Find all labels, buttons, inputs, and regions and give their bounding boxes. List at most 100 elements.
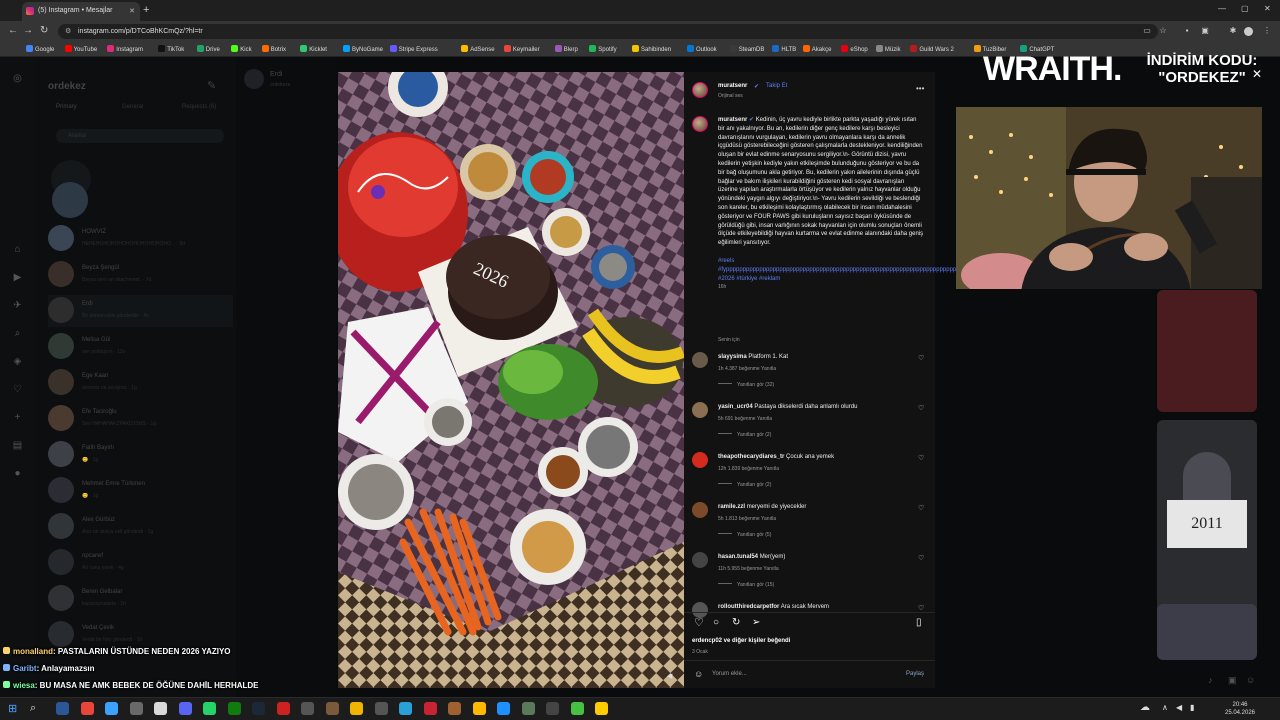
bookmark-item[interactable]: ByNoGame xyxy=(343,45,383,53)
bookmark-item[interactable]: Outlook xyxy=(687,45,717,53)
conversation-item[interactable]: Efe Taciroğlu Sen HAHAHAKZPAKDJSMS · 1g xyxy=(48,403,233,435)
audio-label[interactable]: Orijinal ses xyxy=(718,93,743,99)
bookmark-item[interactable]: Akakçe xyxy=(802,45,831,53)
bookmark-item[interactable]: Guild Wars 2 xyxy=(910,45,954,53)
commenter-username[interactable]: yasin_ucr04 xyxy=(718,404,753,410)
bookmark-star-icon[interactable]: ☆ xyxy=(1158,26,1168,36)
taskbar-app-icon[interactable] xyxy=(325,702,339,715)
taskbar-app-icon[interactable] xyxy=(448,702,461,715)
view-replies-button[interactable]: Yanıtları gör (5) xyxy=(718,532,771,538)
tab-general[interactable]: General xyxy=(122,104,143,110)
close-tab-icon[interactable]: ✕ xyxy=(129,7,135,15)
taskbar-app-icon[interactable] xyxy=(521,702,535,715)
taskbar-app-icon[interactable] xyxy=(301,702,314,715)
new-message-icon[interactable]: ✎ xyxy=(207,79,216,92)
bookmark-item[interactable]: Blerp xyxy=(554,45,578,53)
comment-meta[interactable]: 11h 5.955 beğenme Yanıtla xyxy=(718,566,779,572)
bookmark-item[interactable]: Instagram xyxy=(107,45,143,53)
bookmark-item[interactable]: Kick xyxy=(231,45,252,53)
start-icon[interactable]: ⊞ xyxy=(8,702,17,715)
bookmark-item[interactable]: AdSense xyxy=(461,45,495,53)
taskbar-app-icon[interactable] xyxy=(154,702,167,715)
bookmark-item[interactable]: Stripe Express xyxy=(389,45,438,53)
reel-video[interactable]: 2026 ◀ xyxy=(338,72,684,688)
tab-primary[interactable]: Primary xyxy=(56,104,77,110)
conversation-item[interactable]: Beyza Şengül Beyza sent an attachment. · … xyxy=(48,259,233,291)
chat-avatar[interactable] xyxy=(244,69,264,89)
instagram-icon[interactable]: ◎ xyxy=(11,72,24,85)
reload-icon[interactable]: ↻ xyxy=(40,25,48,36)
profile-icon[interactable]: ● xyxy=(11,467,24,480)
more-options-icon[interactable]: ••• xyxy=(916,84,924,93)
sticker-icon[interactable]: ☺ xyxy=(1246,675,1255,685)
reels-icon[interactable]: ▶ xyxy=(11,271,24,284)
browser-tab[interactable]: (5) Instagram • Mesajlar ✕ xyxy=(22,2,140,21)
taskbar-app-icon[interactable] xyxy=(203,702,216,715)
caption-hashtags[interactable]: #reels #fypppppppppppppppppppppppppppppp… xyxy=(718,257,983,283)
commenter-avatar[interactable] xyxy=(692,502,708,518)
bookmark-item[interactable]: Google xyxy=(26,45,54,53)
conversation-item[interactable]: Erdi Bir dönem ekle gönderdin · 4s xyxy=(48,295,233,327)
view-replies-button[interactable]: Yanıtları gör (2) xyxy=(718,482,771,488)
share-icon[interactable]: ➢ xyxy=(752,617,760,628)
suggested-reel-card[interactable] xyxy=(1157,604,1257,660)
taskbar-app-icon[interactable] xyxy=(129,702,143,715)
profile-avatar-icon[interactable] xyxy=(1244,27,1253,36)
taskbar-app-icon[interactable] xyxy=(252,702,265,715)
follow-button[interactable]: Takip Et xyxy=(766,83,787,89)
bookmark-item[interactable]: Spotify xyxy=(589,45,617,53)
comment-meta[interactable]: 5h 1.813 beğenme Yanıtla xyxy=(718,516,776,522)
bookmark-item[interactable]: Botrix xyxy=(261,45,286,53)
comment-input[interactable]: Yorum ekle... xyxy=(712,671,747,677)
tab-requests[interactable]: Requests (6) xyxy=(182,104,216,110)
taskbar-app-icon[interactable] xyxy=(56,702,69,715)
taskbar-app-icon[interactable] xyxy=(350,702,363,715)
taskbar-app-icon[interactable] xyxy=(399,702,412,715)
emoji-icon[interactable]: ☺ xyxy=(694,669,703,679)
search-icon[interactable]: ⌕ xyxy=(30,702,36,715)
bookmark-item[interactable]: Drive xyxy=(196,45,220,53)
comment-meta[interactable]: 12h 1.839 beğenme Yanıtla xyxy=(718,466,779,472)
comment-like-icon[interactable]: ♡ xyxy=(918,504,924,512)
volume-icon[interactable]: ◀ xyxy=(1176,703,1182,712)
tray-overflow-icon[interactable]: ∧ xyxy=(1162,703,1168,712)
save-icon[interactable]: ▯ xyxy=(916,617,922,628)
caption-author[interactable]: muratsenr xyxy=(718,117,747,123)
taskbar-app-icon[interactable] xyxy=(595,702,608,715)
conversation-item[interactable]: Ege Kaan anneniz ne sevişiniz · 1g xyxy=(48,367,233,399)
chat-header-name[interactable]: Erdi xyxy=(270,71,282,78)
comment-like-icon[interactable]: ♡ xyxy=(918,354,924,362)
view-replies-button[interactable]: Yanıtları gör (32) xyxy=(718,382,774,388)
commenter-avatar[interactable] xyxy=(692,452,708,468)
bookmark-item[interactable]: Müzik xyxy=(875,45,901,53)
network-icon[interactable]: ▮ xyxy=(1190,703,1194,712)
commenter-avatar[interactable] xyxy=(692,552,708,568)
comment-like-icon[interactable]: ♡ xyxy=(918,454,924,462)
extension-icon[interactable]: ▪ xyxy=(1182,26,1192,36)
conversation-item[interactable]: HOWVIZ HEHEHOHOHOHOHOHOHOHOHOHO... · 3d xyxy=(48,223,233,255)
author-username[interactable]: muratsenr xyxy=(718,83,747,89)
home-icon[interactable]: ⌂ xyxy=(11,243,24,256)
maximize-icon[interactable]: ▢ xyxy=(1241,4,1249,13)
comment-like-icon[interactable]: ♡ xyxy=(918,554,924,562)
create-icon[interactable]: + xyxy=(11,411,24,424)
conversation-item[interactable]: Fatih Bayırlı 😊 · 1g xyxy=(48,439,233,471)
taskbar-app-icon[interactable] xyxy=(227,702,241,715)
close-window-icon[interactable]: ✕ xyxy=(1264,4,1271,13)
taskbar-app-icon[interactable] xyxy=(472,702,486,715)
view-replies-button[interactable]: Yanıtları gör (15) xyxy=(718,582,774,588)
author-avatar[interactable] xyxy=(692,82,708,98)
bookmark-item[interactable]: eShop xyxy=(841,45,868,53)
comment-icon[interactable]: ○ xyxy=(713,617,719,628)
dashboard-icon[interactable]: ▤ xyxy=(11,439,24,452)
taskbar-app-icon[interactable] xyxy=(497,702,510,715)
conversation-item[interactable]: Beren Gelbalar kapanışmalarla · 1h xyxy=(48,583,233,615)
bookmark-item[interactable]: Kicklet xyxy=(300,45,327,53)
tray-icon[interactable]: ☁ xyxy=(1140,702,1150,713)
conversation-item[interactable]: Melisa Gül sen yoldaşsın · 13s xyxy=(48,331,233,363)
view-replies-button[interactable]: Yanıtları gör (2) xyxy=(718,432,771,438)
taskbar-app-icon[interactable] xyxy=(570,702,584,715)
taskbar-app-icon[interactable] xyxy=(80,702,94,715)
own-avatar[interactable] xyxy=(52,182,88,218)
extensions-menu-icon[interactable]: ✱ xyxy=(1228,26,1238,36)
